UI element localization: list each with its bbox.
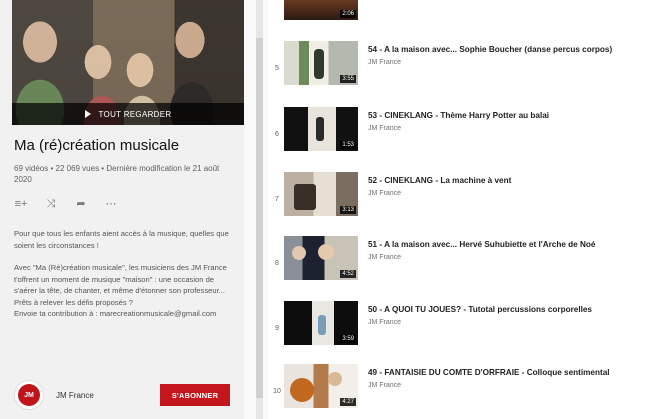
video-list: 2:06 5 3:55 54 - A la maison avec... Sop… — [268, 0, 663, 419]
video-title[interactable]: 53 - CINEKLANG - Thème Harry Potter au b… — [368, 111, 658, 120]
video-thumbnail[interactable]: 3:55 — [284, 41, 358, 85]
duration-badge: 4:27 — [340, 398, 356, 406]
owner-name[interactable]: JM France — [56, 391, 94, 400]
play-icon — [84, 110, 91, 118]
list-item[interactable]: 7 3:13 52 - CINEKLANG - La machine à ven… — [268, 172, 663, 232]
description-paragraph-2: Avec "Ma (Ré)création musicale", les mus… — [14, 263, 227, 307]
video-title[interactable]: 54 - A la maison avec... Sophie Boucher … — [368, 45, 658, 54]
channel-name[interactable]: JM France — [368, 190, 401, 197]
playlist-add-icon[interactable]: ≡+ — [14, 197, 28, 211]
video-thumbnail[interactable]: 4:27 — [284, 364, 358, 408]
video-thumbnail[interactable]: 3:13 — [284, 172, 358, 216]
playlist-description: Pour que tous les enfants aient accès à … — [14, 228, 234, 331]
video-thumbnail[interactable]: 3:59 — [284, 301, 358, 345]
playlist-meta: 69 vidéos • 22 069 vues • Dernière modif… — [14, 164, 220, 184]
playlist-title[interactable]: Ma (ré)création musicale — [14, 137, 179, 154]
scrollbar-thumb[interactable] — [256, 38, 263, 398]
item-index: 9 — [275, 325, 279, 332]
item-index: 8 — [275, 260, 279, 267]
duration-badge: 3:13 — [340, 206, 356, 214]
duration-badge: 1:53 — [340, 141, 356, 149]
channel-name[interactable]: JM France — [368, 125, 401, 132]
video-thumbnail[interactable]: 4:52 — [284, 236, 358, 280]
video-title[interactable]: 50 - A QUOI TU JOUES? - Tutotal percussi… — [368, 305, 658, 314]
item-index: 6 — [275, 131, 279, 138]
share-icon[interactable]: ➦ — [74, 197, 88, 211]
play-all-button[interactable]: TOUT REGARDER — [12, 103, 244, 125]
channel-name[interactable]: JM France — [368, 254, 401, 261]
channel-name[interactable]: JM France — [368, 59, 401, 66]
more-icon[interactable]: ⋯ — [104, 197, 118, 211]
avatar[interactable]: JM — [14, 380, 44, 410]
playlist-hero-thumbnail[interactable]: TOUT REGARDER — [12, 0, 244, 125]
playlist-sidebar: TOUT REGARDER Ma (ré)création musicale 6… — [0, 0, 244, 419]
playlist-owner[interactable]: JM JM France — [14, 380, 94, 410]
video-thumbnail-partial[interactable]: 2:06 — [284, 0, 358, 20]
playlist-actions: ≡+ ⤨ ➦ ⋯ — [14, 197, 118, 211]
list-item[interactable]: 10 4:27 49 - FANTAISIE DU COMTE D'ORFRAI… — [268, 364, 663, 419]
video-thumbnail[interactable]: 1:53 — [284, 107, 358, 151]
video-title[interactable]: 51 - A la maison avec... Hervé Suhubiett… — [368, 240, 658, 249]
duration-badge: 3:55 — [340, 75, 356, 83]
play-all-label: TOUT REGARDER — [98, 109, 172, 119]
duration-badge: 3:59 — [340, 335, 356, 343]
list-item[interactable]: 9 3:59 50 - A QUOI TU JOUES? - Tutotal p… — [268, 301, 663, 361]
channel-logo: JM — [18, 384, 40, 406]
shuffle-icon[interactable]: ⤨ — [44, 197, 58, 211]
item-index: 10 — [273, 388, 281, 395]
video-title[interactable]: 52 - CINEKLANG - La machine à vent — [368, 176, 658, 185]
channel-name[interactable]: JM France — [368, 382, 401, 389]
item-index: 5 — [275, 65, 279, 72]
video-title[interactable]: 49 - FANTAISIE DU COMTE D'ORFRAIE - Coll… — [368, 368, 658, 377]
list-item[interactable]: 6 1:53 53 - CINEKLANG - Thème Harry Pott… — [268, 107, 663, 167]
list-item[interactable]: 5 3:55 54 - A la maison avec... Sophie B… — [268, 41, 663, 101]
description-paragraph-3[interactable]: Envoie ta contribution à : marecreationm… — [14, 308, 234, 320]
list-item[interactable]: 8 4:52 51 - A la maison avec... Hervé Su… — [268, 236, 663, 296]
channel-name[interactable]: JM France — [368, 319, 401, 326]
description-paragraph-1: Pour que tous les enfants aient accès à … — [14, 229, 229, 250]
duration-badge: 4:52 — [340, 270, 356, 278]
duration-badge: 2:06 — [340, 10, 356, 18]
subscribe-button[interactable]: S'ABONNER — [160, 384, 230, 406]
item-index: 7 — [275, 196, 279, 203]
